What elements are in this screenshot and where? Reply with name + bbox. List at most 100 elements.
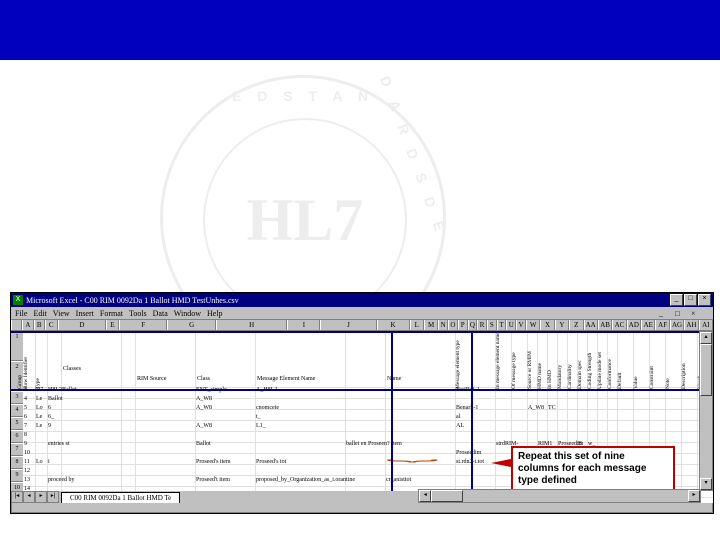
col-header-T[interactable]: T — [497, 320, 507, 330]
cell[interactable]: Le — [36, 396, 42, 402]
tab-nav-first[interactable]: |◂ — [11, 491, 23, 503]
cell[interactable]: 6 — [24, 414, 27, 420]
cell[interactable]: proceed by — [48, 477, 75, 483]
scroll-left-icon[interactable]: ◂ — [419, 490, 431, 502]
row-header-5[interactable]: 5 — [11, 417, 23, 430]
col-header-AF[interactable]: AF — [655, 320, 669, 330]
col-header-Y[interactable]: Y — [555, 320, 569, 330]
cell[interactable]: Proseed's item — [196, 459, 231, 465]
cell[interactable]: Proseedim — [456, 450, 481, 456]
cell[interactable]: Le — [36, 414, 42, 420]
col-header-AB[interactable]: AB — [598, 320, 612, 330]
cell[interactable]: 13 — [24, 477, 30, 483]
cell[interactable]: 6 — [48, 405, 51, 411]
col-header-G[interactable]: G — [167, 320, 215, 330]
row-header-9[interactable]: 9 — [11, 469, 23, 482]
col-header-AA[interactable]: AA — [584, 320, 598, 330]
close-button[interactable]: × — [698, 294, 711, 306]
cell[interactable]: entries st — [48, 441, 70, 447]
cell[interactable]: Benark-1 — [456, 405, 478, 411]
col-header-E[interactable]: E — [106, 320, 119, 330]
col-header-U[interactable]: U — [506, 320, 516, 330]
col-header-corner[interactable] — [11, 320, 22, 330]
col-header-AH[interactable]: AH — [684, 320, 698, 330]
mdi-maximize-button[interactable]: □ — [675, 309, 685, 318]
cell[interactable]: st.rdn2-t.tot — [456, 459, 484, 465]
hscroll-thumb[interactable] — [431, 490, 463, 502]
cell[interactable]: Le — [36, 423, 42, 429]
cell[interactable]: Lo — [36, 405, 43, 411]
cell[interactable]: 9 — [24, 441, 27, 447]
vertical-scrollbar[interactable]: ▴ ▾ — [699, 331, 713, 491]
cell[interactable]: 11 — [24, 459, 30, 465]
col-header-A[interactable]: A — [22, 320, 33, 330]
maximize-button[interactable]: □ — [684, 294, 697, 306]
col-header-P[interactable]: P — [458, 320, 468, 330]
row-header-8[interactable]: 8 — [11, 456, 23, 469]
col-header-X[interactable]: X — [540, 320, 554, 330]
cell[interactable]: Ballot — [196, 441, 211, 447]
menu-insert[interactable]: Insert — [76, 309, 94, 318]
cell[interactable]: A_W8 — [196, 405, 212, 411]
worksheet-area[interactable]: 1234567891011121314 Row IdentifierTypeMe… — [11, 331, 713, 503]
minimize-button[interactable]: _ — [670, 294, 683, 306]
cell[interactable]: t_ — [256, 414, 261, 420]
col-header-L[interactable]: L — [410, 320, 424, 330]
vscroll-thumb[interactable] — [700, 344, 712, 396]
row-header-4[interactable]: 4 — [11, 404, 23, 417]
menu-file[interactable]: File — [15, 309, 27, 318]
tab-nav-next[interactable]: ▸ — [35, 491, 47, 503]
col-header-F[interactable]: F — [119, 320, 167, 330]
menu-edit[interactable]: Edit — [33, 309, 46, 318]
row-header-6[interactable]: 6 — [11, 430, 23, 443]
col-header-Q[interactable]: Q — [468, 320, 478, 330]
cell[interactable]: 12 — [24, 468, 30, 474]
cell[interactable]: proposed_by_Organization_as_i.orantine — [256, 477, 355, 483]
col-header-J[interactable]: J — [320, 320, 376, 330]
col-header-I[interactable]: I — [287, 320, 320, 330]
row-header-3[interactable]: 3 — [11, 391, 23, 404]
cell[interactable]: 5 — [24, 405, 27, 411]
menu-format[interactable]: Format — [100, 309, 123, 318]
cell[interactable]: A_W8 — [196, 423, 212, 429]
scroll-up-icon[interactable]: ▴ — [700, 332, 712, 344]
cell[interactable]: Lo — [36, 459, 43, 465]
cell[interactable]: A_W8 — [196, 396, 212, 402]
cell[interactable]: 10 — [24, 450, 30, 456]
col-header-B[interactable]: B — [34, 320, 45, 330]
mdi-close-button[interactable]: × — [691, 309, 701, 318]
cell[interactable]: 4 — [24, 396, 27, 402]
col-header-AG[interactable]: AG — [670, 320, 684, 330]
cell[interactable]: 9 — [48, 423, 51, 429]
col-header-O[interactable]: O — [448, 320, 458, 330]
col-header-D[interactable]: D — [58, 320, 106, 330]
col-header-Z[interactable]: Z — [569, 320, 583, 330]
cell[interactable]: ballet en Proseen? item — [346, 441, 402, 447]
menu-view[interactable]: View — [53, 309, 70, 318]
tab-nav-prev[interactable]: ◂ — [23, 491, 35, 503]
scroll-down-icon[interactable]: ▾ — [700, 478, 712, 490]
cell[interactable]: L1_ — [256, 423, 266, 429]
cell[interactable]: 7 — [24, 423, 27, 429]
col-header-AC[interactable]: AC — [612, 320, 626, 330]
cell[interactable]: A_W8 — [528, 405, 544, 411]
menu-help[interactable]: Help — [207, 309, 223, 318]
cell[interactable]: TC — [548, 405, 556, 411]
titlebar[interactable]: X Microsoft Excel - C00 RIM 0092Da 1 Bal… — [11, 293, 713, 307]
col-header-M[interactable]: M — [424, 320, 438, 330]
cell[interactable]: Proseed's tot — [256, 459, 286, 465]
tab-nav-last[interactable]: ▸| — [47, 491, 59, 503]
menu-tools[interactable]: Tools — [129, 309, 147, 318]
cell[interactable]: cnomcete — [256, 405, 279, 411]
menu-window[interactable]: Window — [174, 309, 201, 318]
cell[interactable]: 6_ — [48, 414, 54, 420]
cell[interactable]: AL — [456, 423, 464, 429]
col-header-N[interactable]: N — [438, 320, 448, 330]
col-header-AD[interactable]: AD — [627, 320, 641, 330]
cell[interactable]: i — [48, 459, 50, 465]
cell[interactable]: crganisttot — [386, 477, 411, 483]
sheet-tab-active[interactable]: C00 RIM 0092Da 1 Ballot HMD Te — [61, 492, 180, 503]
col-header-AE[interactable]: AE — [641, 320, 655, 330]
col-header-H[interactable]: H — [216, 320, 288, 330]
cell[interactable]: Ballot — [48, 396, 63, 402]
